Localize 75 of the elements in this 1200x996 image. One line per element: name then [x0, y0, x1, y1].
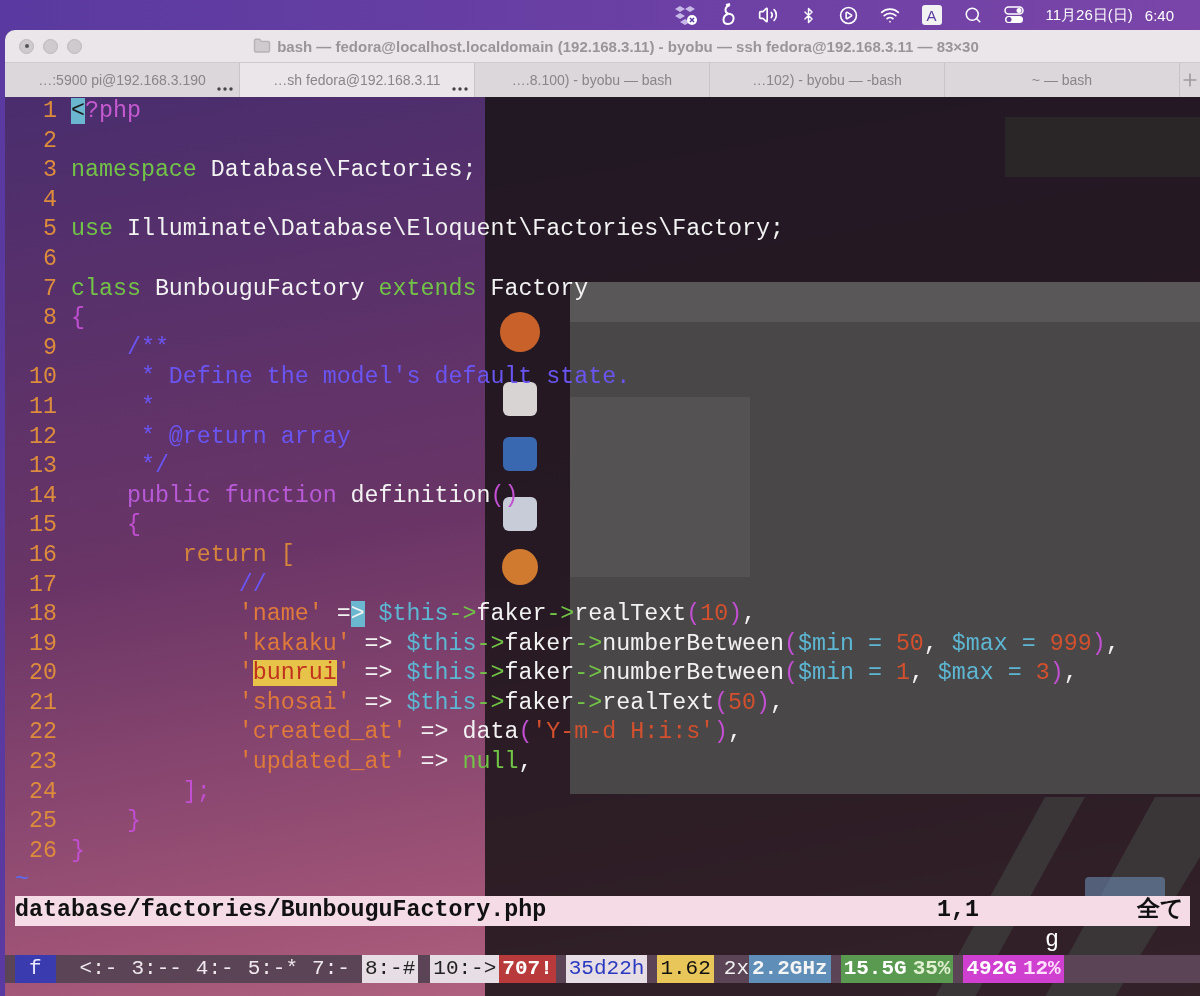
status-segment: 10:->	[430, 955, 500, 984]
status-segment: 707!	[499, 955, 556, 984]
status-segment: f	[15, 955, 56, 984]
command-text: g	[1045, 925, 1059, 955]
line-number: 2	[42, 126, 57, 156]
code-line: }	[125, 807, 141, 837]
file-path: database/factories/BunbouguFactory.php	[15, 896, 548, 926]
line-number: 25	[28, 807, 57, 837]
line-number: 14	[28, 481, 57, 511]
tab[interactable]: …sh fedora@192.168.3.11	[240, 63, 475, 97]
code-line: <?php	[71, 97, 141, 126]
code-line: use Illuminate\Database\Eloquent\Factories\Factory;	[71, 215, 784, 245]
status-segment: 492G	[963, 955, 1020, 984]
code-line: {	[71, 304, 85, 334]
code-line: namespace Database\Factories;	[71, 156, 477, 186]
code-line: 'kakaku' => $this->faker->numberBetween($min = 50, $max = 999),	[237, 629, 1120, 659]
cursor-position: 1,1	[937, 896, 980, 926]
line-number: 17	[28, 570, 57, 600]
scroll-position: 全て	[1137, 896, 1185, 926]
status-segment: 12%	[1019, 955, 1064, 984]
menu-date: 11月26日(日)	[1045, 5, 1133, 25]
status-segment: 1.62	[657, 955, 714, 984]
empty-line-marker: ~	[15, 866, 29, 896]
line-number: 22	[28, 718, 57, 748]
status-text: 4:-	[195, 956, 234, 983]
code-line: */	[139, 452, 169, 482]
line-number: 19	[28, 629, 57, 659]
window-title: bash — fedora@localhost.localdomain (192.168.3.11) - byobu — ssh fedora@192.168.3.11 — 83×30	[277, 37, 979, 55]
line-number: 21	[28, 688, 57, 718]
line-number: 1	[42, 97, 57, 126]
code-line: 'bunrui' => $this->faker->numberBetween($min = 1, $max = 3),	[237, 659, 1078, 689]
code-line: 'shosai' => $this->faker->realText(50),	[237, 688, 785, 718]
status-segment: 8:-#	[361, 955, 419, 984]
line-number: 18	[28, 600, 57, 630]
line-number: 16	[28, 540, 57, 570]
line-number: 6	[42, 244, 57, 274]
line-number: 23	[28, 748, 57, 778]
code-line: return [	[181, 540, 295, 570]
status-text: 2x	[723, 956, 749, 983]
line-number: 4	[42, 185, 57, 215]
line-number: 8	[42, 304, 57, 334]
status-text: 7:-	[312, 956, 350, 983]
code-line: }	[71, 836, 85, 866]
line-number: 13	[28, 452, 57, 482]
line-number: 10	[28, 363, 57, 393]
code-line: * @return array	[139, 422, 351, 452]
code-line: //	[237, 570, 267, 600]
code-line: public function definition()	[125, 481, 519, 511]
input-source-icon[interactable]: A	[921, 5, 942, 25]
status-segment: 2.2GHz	[749, 955, 831, 984]
status-segment: 15.5G	[840, 955, 910, 984]
line-number: 20	[28, 659, 57, 689]
code-line: 'created_at' => data('Y-m-d H:i:s'),	[237, 718, 743, 748]
status-text: 5:-*	[247, 956, 299, 983]
line-number: 11	[28, 392, 57, 422]
line-number: 3	[42, 156, 57, 186]
line-number: 7	[42, 274, 57, 304]
status-text: <:-	[79, 956, 118, 983]
status-text: 3:--	[131, 956, 182, 983]
menu-time: 6:40	[1144, 6, 1174, 24]
status-segment: 35%	[909, 955, 954, 984]
code-line: 'name' => $this->faker->realText(10),	[237, 600, 757, 630]
code-line: class BunbouguFactory extends Factory	[71, 274, 589, 304]
code-line: *	[139, 392, 155, 422]
line-number: 15	[28, 511, 57, 541]
code-line: {	[125, 511, 141, 541]
line-number: 9	[42, 333, 57, 363]
code-line: /**	[125, 333, 169, 363]
line-number: 26	[28, 836, 57, 866]
code-line: * Define the model's default state.	[139, 363, 631, 393]
line-number: 24	[28, 777, 57, 807]
code-line: ];	[181, 777, 211, 807]
line-number: 12	[28, 422, 57, 452]
line-number: 5	[42, 215, 57, 245]
status-segment: 35d22h	[565, 955, 648, 984]
